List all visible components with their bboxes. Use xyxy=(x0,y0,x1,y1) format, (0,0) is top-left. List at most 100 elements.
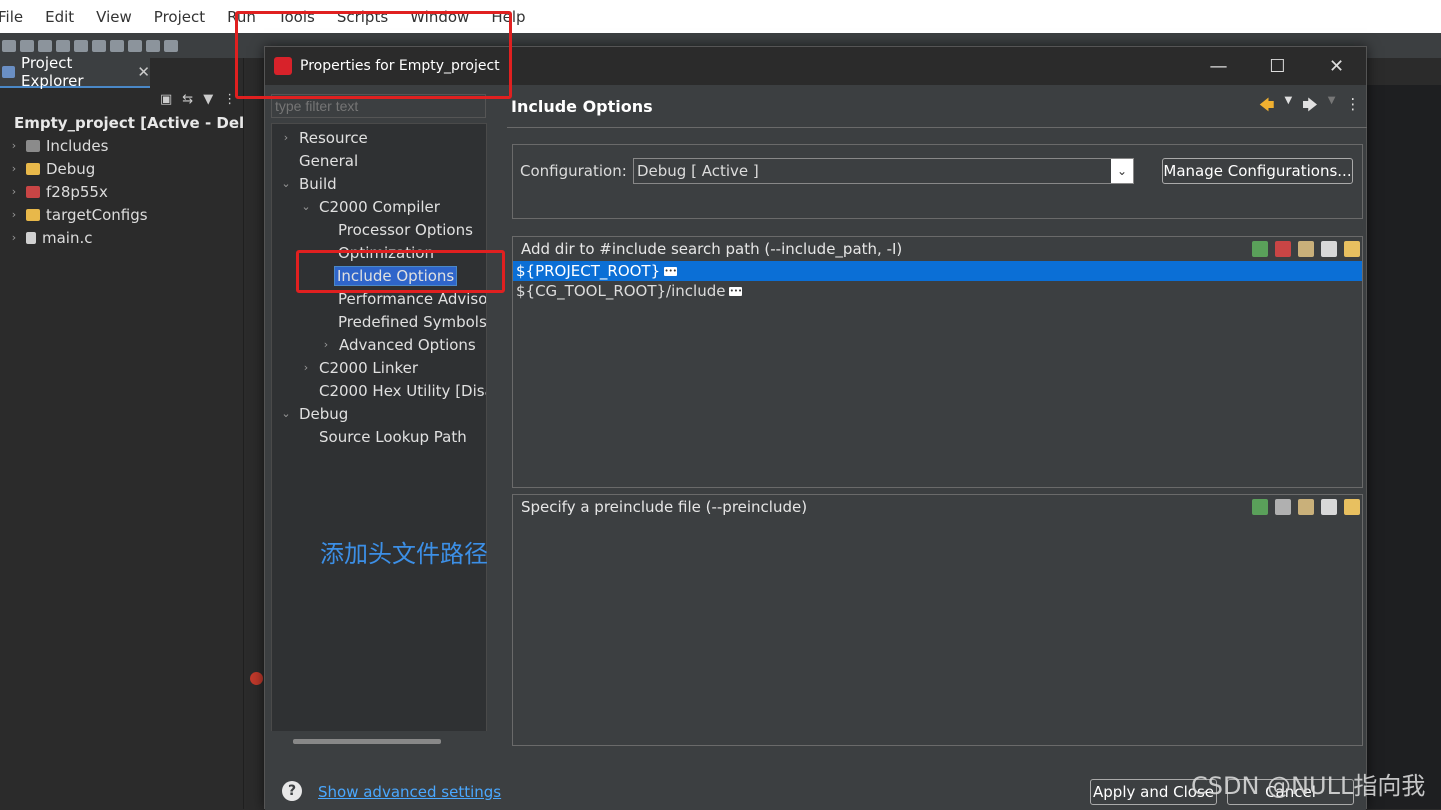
nav-debug[interactable]: ⌄ Debug xyxy=(272,402,486,425)
chevron-down-icon[interactable]: ▼ xyxy=(1328,95,1336,120)
configuration-value: Debug [ Active ] xyxy=(637,162,759,180)
back-arrow-icon[interactable]: 🡄 xyxy=(1259,95,1275,120)
chevron-right-icon[interactable]: › xyxy=(8,162,20,175)
chevron-right-icon[interactable]: › xyxy=(320,338,332,351)
configuration-group: Configuration: Debug [ Active ] ⌄ Manage… xyxy=(512,144,1363,219)
chevron-right-icon[interactable]: › xyxy=(8,208,20,221)
chevron-right-icon[interactable]: › xyxy=(8,185,20,198)
minimize-icon[interactable]: — xyxy=(1189,47,1248,85)
collapse-all-icon[interactable]: ▣ xyxy=(160,92,172,107)
nav-c2000-linker[interactable]: › C2000 Linker xyxy=(272,356,486,379)
tree-item-debug[interactable]: › Debug xyxy=(8,157,244,180)
watermark: CSDN @NULL指向我 xyxy=(1191,772,1426,800)
chevron-down-icon[interactable]: ⌄ xyxy=(280,177,292,190)
editor-area xyxy=(1367,85,1441,809)
forward-arrow-icon[interactable]: 🡆 xyxy=(1302,95,1318,120)
move-down-icon[interactable] xyxy=(1344,499,1360,515)
nav-general[interactable]: General xyxy=(272,149,486,172)
chevron-down-icon[interactable]: ⌄ xyxy=(1111,159,1133,183)
edit-icon[interactable] xyxy=(1298,499,1314,515)
nav-c2000-compiler[interactable]: ⌄ C2000 Compiler xyxy=(272,195,486,218)
nav-resource[interactable]: › Resource xyxy=(272,126,486,149)
nav-predefined-symbols[interactable]: Predefined Symbols xyxy=(272,310,486,333)
nav-horizontal-scrollbar[interactable] xyxy=(271,731,487,751)
explorer-tree: Empty_project [Active - Del › Includes › D… xyxy=(8,111,244,249)
edit-icon[interactable] xyxy=(1298,241,1314,257)
close-icon[interactable]: ✕ xyxy=(1307,47,1366,85)
panel-sash[interactable] xyxy=(487,85,499,753)
terminate-icon[interactable] xyxy=(110,39,124,52)
chevron-right-icon[interactable]: › xyxy=(280,131,292,144)
move-up-icon[interactable] xyxy=(1321,241,1337,257)
configuration-select[interactable]: Debug [ Active ] ⌄ xyxy=(633,158,1134,184)
title-separator xyxy=(507,127,1367,128)
include-path-value: ${CG_TOOL_ROOT}/include xyxy=(516,282,726,300)
annotation-text: 添加头文件路径 xyxy=(320,540,488,568)
list-toolbar xyxy=(1252,241,1360,257)
step-return-icon[interactable] xyxy=(164,39,178,52)
more-icon: ••• xyxy=(664,266,678,276)
menu-project[interactable]: Project xyxy=(154,8,215,26)
list-item[interactable]: ${CG_TOOL_ROOT}/include ••• xyxy=(513,281,1362,301)
show-advanced-settings-link[interactable]: Show advanced settings xyxy=(318,783,501,801)
nav-label: C2000 Compiler xyxy=(319,197,440,216)
nav-build[interactable]: ⌄ Build xyxy=(272,172,486,195)
close-icon[interactable]: ✕ xyxy=(137,63,150,81)
menu-view[interactable]: View xyxy=(96,8,142,26)
step-over-icon[interactable] xyxy=(146,39,160,52)
more-icon: ••• xyxy=(729,286,743,296)
tree-item-label: Debug xyxy=(46,159,96,178)
preinclude-list: Specify a preinclude file (--preinclude) xyxy=(512,494,1363,746)
menu-edit[interactable]: Edit xyxy=(45,8,84,26)
list-item[interactable]: ${PROJECT_ROOT} ••• xyxy=(513,261,1362,281)
highlight-box-include-options xyxy=(296,250,505,293)
delete-icon[interactable] xyxy=(1275,499,1291,515)
error-icon xyxy=(250,672,263,685)
nav-label: C2000 Hex Utility [Disabled] xyxy=(319,381,486,400)
nav-c2000-hex-utility[interactable]: C2000 Hex Utility [Disabled] xyxy=(272,379,486,402)
tree-item-main-c[interactable]: › main.c xyxy=(8,226,244,249)
resume-icon[interactable] xyxy=(74,39,88,52)
library-icon xyxy=(26,185,40,198)
tree-item-includes[interactable]: › Includes xyxy=(8,134,244,157)
chevron-down-icon[interactable]: ⌄ xyxy=(300,200,312,213)
move-up-icon[interactable] xyxy=(1321,499,1337,515)
nav-source-lookup-path[interactable]: Source Lookup Path xyxy=(272,425,486,448)
c-file-icon xyxy=(26,231,36,244)
properties-dialog: Properties for Empty_project — ☐ ✕ ›Reso… xyxy=(264,46,1367,810)
nav-label: Debug xyxy=(299,404,349,423)
new-icon[interactable] xyxy=(2,39,16,52)
scrollbar-thumb[interactable] xyxy=(293,739,441,744)
chevron-right-icon[interactable]: › xyxy=(8,139,20,152)
chevron-right-icon[interactable]: › xyxy=(300,361,312,374)
nav-advanced-options[interactable]: › Advanced Options xyxy=(272,333,486,356)
maximize-icon[interactable]: ☐ xyxy=(1248,47,1307,85)
move-down-icon[interactable] xyxy=(1344,241,1360,257)
add-icon[interactable] xyxy=(1252,241,1268,257)
filter-icon[interactable]: ▼ xyxy=(203,92,213,107)
tree-item-targetconfigs[interactable]: › targetConfigs xyxy=(8,203,244,226)
preinclude-header: Specify a preinclude file (--preinclude) xyxy=(513,495,1362,519)
nav-processor-options[interactable]: Processor Options xyxy=(272,218,486,241)
suspend-icon[interactable] xyxy=(92,39,106,52)
manage-configurations-button[interactable]: Manage Configurations... xyxy=(1162,158,1353,184)
step-into-icon[interactable] xyxy=(128,39,142,52)
nav-label: Advanced Options xyxy=(339,335,476,354)
help-icon[interactable]: ? xyxy=(282,781,302,801)
save-icon[interactable] xyxy=(20,39,34,52)
view-menu-icon[interactable]: ⋮ xyxy=(1345,95,1360,120)
tree-item-f28p55x[interactable]: › f28p55x xyxy=(8,180,244,203)
save-all-icon[interactable] xyxy=(38,39,52,52)
link-editor-icon[interactable]: ⇆ xyxy=(182,92,193,107)
project-explorer-panel: Project Explorer ✕ ▣ ⇆ ▼ ⋮ Empty_project… xyxy=(0,54,263,809)
project-explorer-tab[interactable]: Project Explorer ✕ xyxy=(0,54,150,90)
include-path-list: Add dir to #include search path (--inclu… xyxy=(512,236,1363,488)
tree-project[interactable]: Empty_project [Active - Del xyxy=(8,111,244,134)
chevron-right-icon[interactable]: › xyxy=(8,231,20,244)
delete-icon[interactable] xyxy=(1275,241,1291,257)
chevron-down-icon[interactable]: ▼ xyxy=(1285,95,1293,120)
menu-file[interactable]: File xyxy=(0,8,33,26)
terminal-icon[interactable] xyxy=(56,39,70,52)
chevron-down-icon[interactable]: ⌄ xyxy=(280,407,292,420)
add-icon[interactable] xyxy=(1252,499,1268,515)
